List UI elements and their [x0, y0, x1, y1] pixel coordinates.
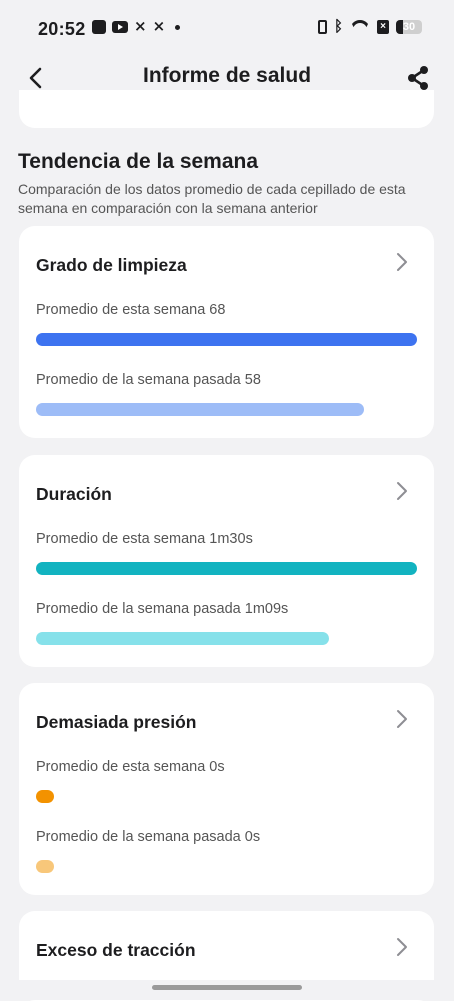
chevron-right-icon	[397, 710, 407, 728]
section-title: Tendencia de la semana	[18, 150, 259, 173]
bluetooth-icon: ᛒ	[333, 18, 343, 35]
section-subtitle: Comparación de los datos promedio de cad…	[18, 181, 406, 216]
home-indicator[interactable]	[152, 985, 302, 990]
last-week-bar	[36, 860, 54, 873]
wifi-icon	[350, 20, 370, 34]
capcut-icon: ⨯	[152, 18, 166, 35]
sim-off-icon: ×	[377, 20, 389, 34]
status-bar: 20:52 ⨯ ⨯ ᛒ × 30	[0, 0, 454, 56]
card-cleanliness[interactable]: Grado de limpieza Promedio de esta seman…	[19, 226, 434, 438]
this-week-label: Promedio de esta semana 68	[36, 302, 226, 318]
youtube-icon	[112, 21, 128, 33]
previous-card-bottom	[19, 90, 434, 128]
chevron-right-icon	[397, 253, 407, 271]
card-excess-pressure[interactable]: Demasiada presión Promedio de esta seman…	[19, 683, 434, 895]
notification-icons: ⨯ ⨯	[92, 18, 181, 35]
page-title: Informe de salud	[142, 64, 312, 87]
card-title: Exceso de tracción	[36, 940, 196, 960]
card-duration[interactable]: Duración Promedio de esta semana 1m30s P…	[19, 455, 434, 667]
bottom-gesture-area	[0, 980, 454, 1000]
app-icon	[92, 20, 106, 34]
this-week-label: Promedio de esta semana 1m30s	[36, 531, 253, 547]
battery-icon: 30	[396, 20, 422, 34]
this-week-bar	[36, 562, 417, 575]
card-title: Duración	[36, 484, 112, 504]
card-title: Grado de limpieza	[36, 255, 187, 275]
last-week-bar	[36, 403, 364, 416]
this-week-bar	[36, 333, 417, 346]
capcut-icon: ⨯	[134, 18, 147, 35]
chevron-right-icon	[397, 938, 407, 956]
last-week-label: Promedio de la semana pasada 58	[36, 372, 261, 388]
status-time: 20:52	[38, 19, 86, 39]
card-title: Demasiada presión	[36, 712, 197, 732]
last-week-label: Promedio de la semana pasada 1m09s	[36, 601, 289, 617]
this-week-bar	[36, 790, 54, 803]
last-week-label: Promedio de la semana pasada 0s	[36, 829, 261, 845]
more-notifications-dot-icon	[175, 24, 181, 30]
chevron-right-icon	[397, 482, 407, 500]
system-icons: ᛒ × 30	[317, 18, 422, 35]
vibrate-icon	[317, 20, 327, 34]
battery-level: 30	[402, 21, 416, 33]
this-week-label: Promedio de esta semana 0s	[36, 759, 225, 775]
last-week-bar	[36, 632, 329, 645]
